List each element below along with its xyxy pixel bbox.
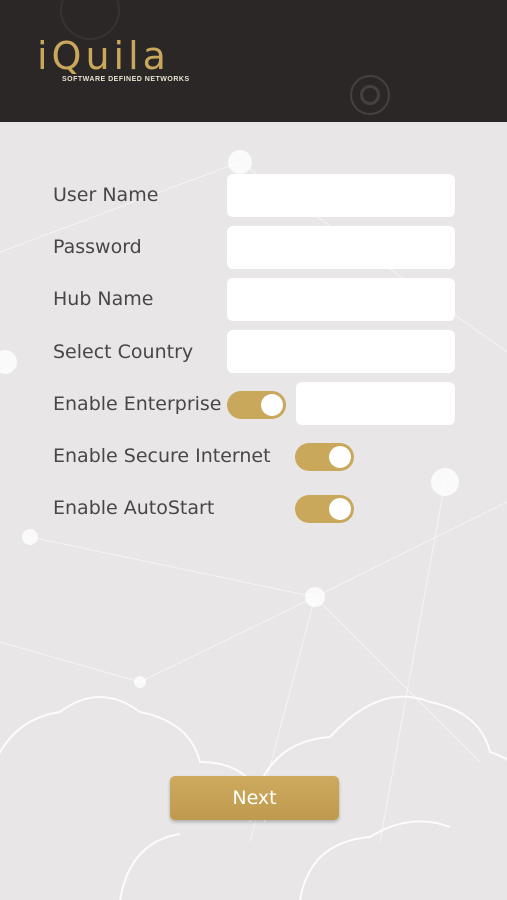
country-select[interactable] bbox=[227, 330, 455, 373]
country-label: Select Country bbox=[53, 341, 194, 363]
toggle-knob bbox=[329, 498, 351, 520]
app-header: iQuila SOFTWARE DEFINED NETWORKS bbox=[0, 0, 507, 122]
secure-internet-toggle[interactable] bbox=[295, 443, 354, 471]
network-node-decoration bbox=[360, 85, 380, 105]
username-input[interactable] bbox=[227, 174, 455, 217]
logo-wordmark: iQuila bbox=[37, 34, 170, 78]
autostart-toggle[interactable] bbox=[295, 495, 354, 523]
secure-internet-label: Enable Secure Internet bbox=[53, 445, 271, 467]
next-button[interactable]: Next bbox=[170, 776, 339, 820]
password-label: Password bbox=[53, 236, 142, 258]
logo-tagline: SOFTWARE DEFINED NETWORKS bbox=[62, 76, 190, 83]
password-input[interactable] bbox=[227, 226, 455, 269]
toggle-knob bbox=[261, 394, 283, 416]
hub-name-label: Hub Name bbox=[53, 288, 154, 310]
toggle-knob bbox=[329, 446, 351, 468]
hub-name-input[interactable] bbox=[227, 278, 455, 321]
enterprise-input[interactable] bbox=[296, 382, 455, 425]
username-label: User Name bbox=[53, 184, 159, 206]
enterprise-toggle[interactable] bbox=[227, 391, 286, 419]
enterprise-label: Enable Enterprise bbox=[53, 393, 222, 415]
autostart-label: Enable AutoStart bbox=[53, 497, 215, 519]
brand-logo: iQuila SOFTWARE DEFINED NETWORKS bbox=[37, 36, 190, 83]
